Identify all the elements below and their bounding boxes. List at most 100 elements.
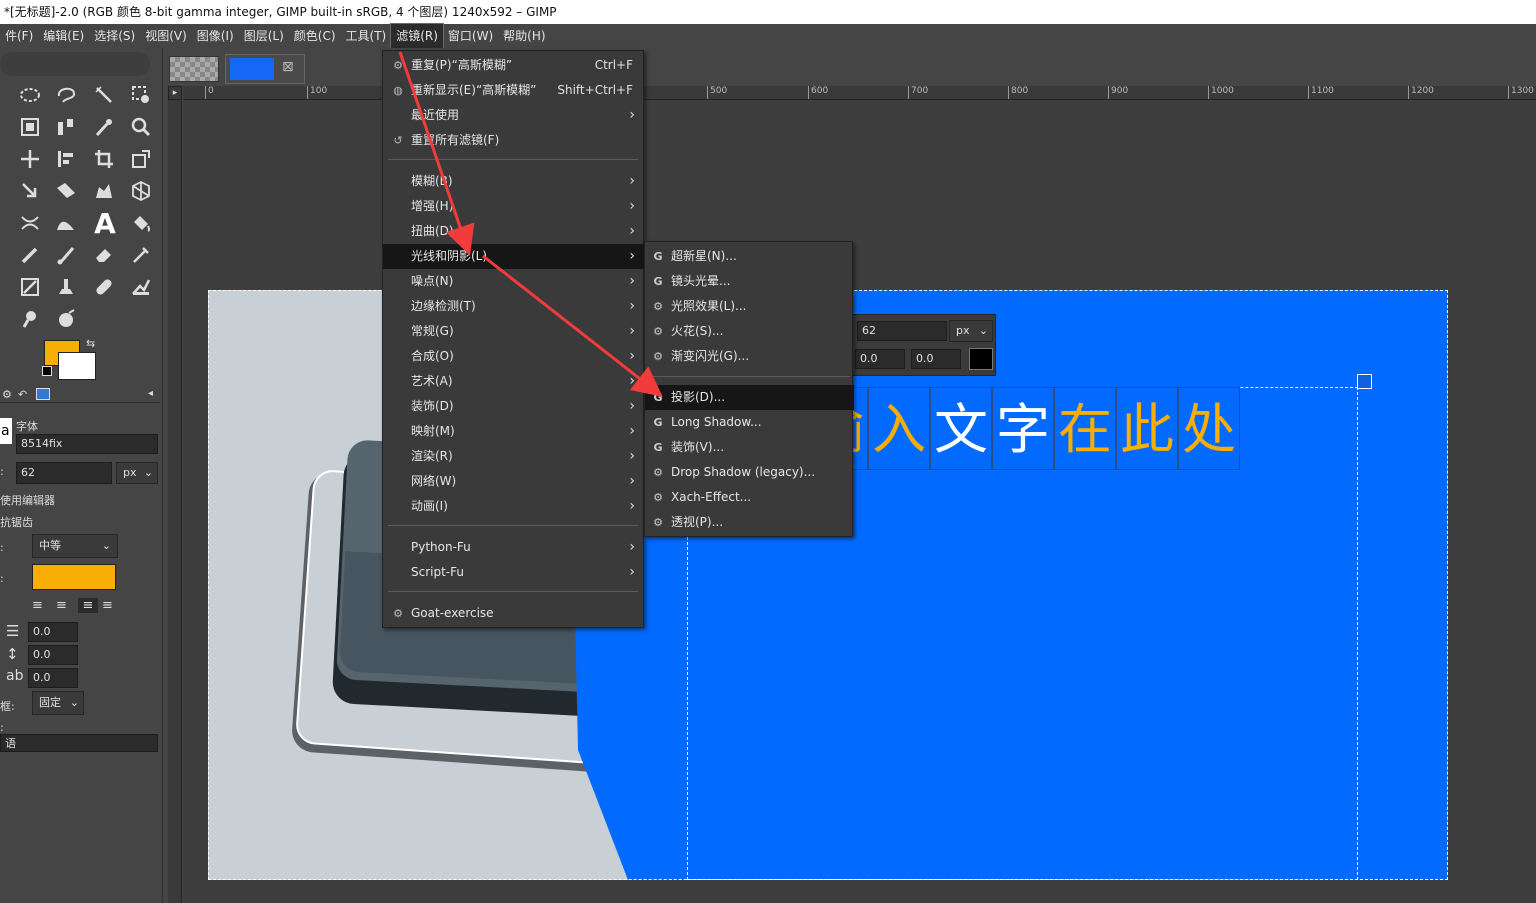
language-field[interactable]: 语 xyxy=(0,734,158,752)
submenu-item-lens-flare[interactable]: G 镜头光晕... xyxy=(645,269,854,294)
crop-tool-icon[interactable] xyxy=(91,146,117,172)
box-select[interactable]: 固定 ⌄ xyxy=(32,691,84,715)
menu-item-decor[interactable]: 装饰(D) › xyxy=(383,394,645,419)
justify-fill-icon[interactable]: ≡ xyxy=(102,598,113,613)
menu-item-map[interactable]: 映射(M) › xyxy=(383,419,645,444)
align-left-tool-icon[interactable] xyxy=(53,146,79,172)
submenu-item-lighting-effects[interactable]: ⚙ 光照效果(L)... xyxy=(645,294,854,319)
submenu-item-sparkle[interactable]: ⚙ 火花(S)... xyxy=(645,319,854,344)
justify-right-icon[interactable]: ≡ xyxy=(56,598,67,613)
menu-item-goat-exercise[interactable]: ⚙ Goat-exercise xyxy=(383,601,645,626)
menu-image[interactable]: 图像(I) xyxy=(192,24,239,48)
zoom-tool-icon[interactable] xyxy=(128,114,154,140)
justify-left-icon[interactable]: ≡ xyxy=(32,598,43,613)
cage-transform-icon[interactable] xyxy=(91,178,117,204)
tool-options-tab-icon[interactable]: ⚙ xyxy=(2,388,12,401)
submenu-item-drop-shadow-legacy[interactable]: ⚙ Drop Shadow (legacy)... xyxy=(645,460,854,485)
indent-field[interactable]: 0.0 xyxy=(28,622,78,642)
submenu-item-perspective[interactable]: ⚙ 透视(P)... xyxy=(645,510,854,535)
perspective-tool-icon[interactable] xyxy=(128,178,154,204)
font-field[interactable]: 8514fix xyxy=(16,434,158,454)
submenu-item-drop-shadow[interactable]: G 投影(D)... xyxy=(645,385,854,410)
bucket-fill-icon[interactable] xyxy=(128,210,154,236)
ellipse-select-tool-icon[interactable] xyxy=(17,82,43,108)
align-tool-icon[interactable] xyxy=(53,114,79,140)
menu-filters[interactable]: 滤镜(R) xyxy=(390,23,444,49)
menu-item-render[interactable]: 渲染(R) › xyxy=(383,444,645,469)
text-size-field[interactable]: 62 xyxy=(857,321,947,341)
font-size-field[interactable]: 62 xyxy=(16,462,112,484)
antialias-label[interactable]: 抗锯齿 xyxy=(0,514,33,530)
images-tab-icon[interactable] xyxy=(36,388,50,400)
close-icon[interactable]: ⊠ xyxy=(282,59,294,75)
menu-item-combine[interactable]: 合成(O) › xyxy=(383,344,645,369)
eraser-tool-icon[interactable] xyxy=(91,242,117,268)
dodge-burn-icon[interactable] xyxy=(17,306,43,332)
background-color[interactable] xyxy=(58,352,96,380)
text-unit-select[interactable]: px ⌄ xyxy=(949,320,993,342)
justify-center-icon[interactable]: ≡ xyxy=(78,598,98,613)
shear-tool-icon[interactable] xyxy=(53,178,79,204)
menu-item-reshow[interactable]: ◍ 重新显示(E)“高斯模糊” Shift+Ctrl+F xyxy=(383,78,645,103)
submenu-item-vignette[interactable]: G 装饰(V)... xyxy=(645,435,854,460)
menu-edit[interactable]: 编辑(E) xyxy=(38,24,89,48)
menu-select[interactable]: 选择(S) xyxy=(89,24,140,48)
text-tool-icon[interactable]: A xyxy=(90,207,120,240)
text-color-button[interactable] xyxy=(32,564,116,590)
menu-item-noise[interactable]: 噪点(N) › xyxy=(383,269,645,294)
submenu-item-long-shadow[interactable]: G Long Shadow... xyxy=(645,410,854,435)
menu-item-light-shadow[interactable]: 光线和阴影(L) › xyxy=(383,244,645,269)
menu-item-edge-detect[interactable]: 边缘检测(T) › xyxy=(383,294,645,319)
clone-tool-icon[interactable] xyxy=(53,274,79,300)
smudge-tool-icon[interactable] xyxy=(128,274,154,300)
ruler-corner-icon[interactable]: ▸ xyxy=(168,86,182,100)
menu-item-repeat[interactable]: ⚙ 重复(P)“高斯模糊” Ctrl+F xyxy=(383,53,645,78)
menu-item-recent[interactable]: 最近使用 › xyxy=(383,103,645,128)
swap-colors-icon[interactable]: ⇆ xyxy=(86,337,95,350)
paintbrush-tool-icon[interactable] xyxy=(53,242,79,268)
path-tool-icon[interactable] xyxy=(17,210,43,236)
unified-transform-icon[interactable] xyxy=(128,146,154,172)
menu-view[interactable]: 视图(V) xyxy=(140,24,192,48)
warp-transform-icon[interactable] xyxy=(17,178,43,204)
menu-file[interactable]: 件(F) xyxy=(0,24,38,48)
image-tab-1[interactable] xyxy=(169,56,219,82)
color-picker-icon[interactable] xyxy=(91,114,117,140)
line-spacing-field[interactable]: 0.0 xyxy=(28,645,78,665)
text-box-handle[interactable] xyxy=(1357,374,1372,389)
menu-item-artistic[interactable]: 艺术(A) › xyxy=(383,369,645,394)
paths-tool-icon[interactable] xyxy=(53,210,79,236)
undo-history-tab-icon[interactable]: ↶ xyxy=(18,388,27,401)
submenu-item-xach-effect[interactable]: ⚙ Xach-Effect... xyxy=(645,485,854,510)
image-tab-2[interactable]: ⊠ xyxy=(225,54,305,84)
blend-tool-icon[interactable] xyxy=(53,306,79,332)
foreground-select-icon[interactable] xyxy=(17,114,43,140)
panel-menu-icon[interactable]: ◂ xyxy=(148,388,153,399)
menu-item-web[interactable]: 网络(W) › xyxy=(383,469,645,494)
default-colors-icon[interactable] xyxy=(42,366,52,376)
hinting-select[interactable]: 中等 ⌄ xyxy=(32,534,118,558)
letter-spacing-field[interactable]: 0.0 xyxy=(28,668,78,688)
menu-layer[interactable]: 图层(L) xyxy=(239,24,289,48)
fuzzy-select-tool-icon[interactable] xyxy=(91,82,117,108)
submenu-item-supernova[interactable]: G 超新星(N)... xyxy=(645,244,854,269)
menu-item-enhance[interactable]: 增强(H) › xyxy=(383,194,645,219)
use-editor-label[interactable]: 使用编辑器 xyxy=(0,492,55,508)
heal-tool-icon[interactable] xyxy=(91,274,117,300)
pencil-tool-icon[interactable] xyxy=(17,242,43,268)
free-select-tool-icon[interactable] xyxy=(53,82,79,108)
menu-colors[interactable]: 颜色(C) xyxy=(289,24,341,48)
font-preview-icon[interactable]: a xyxy=(0,418,12,444)
kerning-field[interactable]: 0.0 xyxy=(911,349,961,369)
font-size-unit-select[interactable]: px ⌄ xyxy=(116,462,158,484)
menu-item-reset[interactable]: ↺ 重置所有滤镜(F) xyxy=(383,128,645,153)
baseline-field[interactable]: 0.0 xyxy=(855,349,905,369)
menu-tools[interactable]: 工具(T) xyxy=(341,24,392,48)
submenu-item-gradient-flare[interactable]: ⚙ 渐变闪光(G)... xyxy=(645,344,854,369)
text-color-swatch[interactable] xyxy=(969,348,993,370)
menu-item-python-fu[interactable]: Python-Fu › xyxy=(383,535,645,560)
menu-help[interactable]: 帮助(H) xyxy=(498,24,550,48)
menu-item-animation[interactable]: 动画(I) › xyxy=(383,494,645,519)
menu-item-generic[interactable]: 常规(G) › xyxy=(383,319,645,344)
menu-windows[interactable]: 窗口(W) xyxy=(443,24,498,48)
